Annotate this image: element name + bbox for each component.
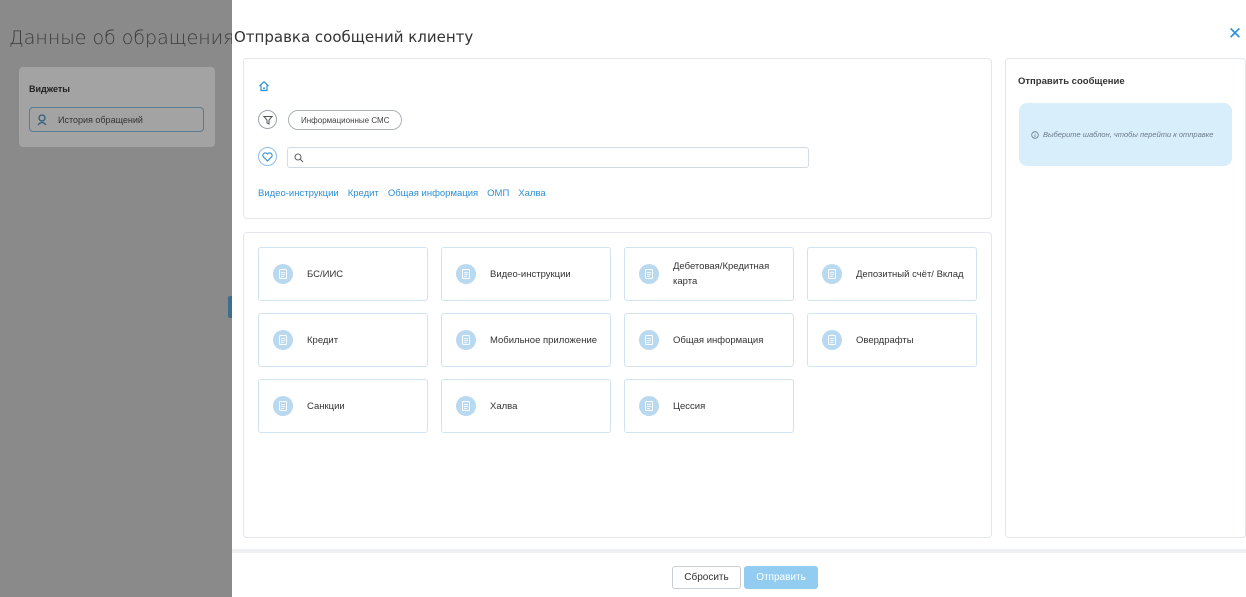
modal-title: Отправка сообщений клиенту <box>234 28 474 46</box>
document-icon <box>273 330 293 350</box>
search-input[interactable] <box>309 152 808 163</box>
template-card[interactable]: Мобильное приложение <box>441 313 611 367</box>
document-icon <box>273 396 293 416</box>
quick-link-credit[interactable]: Кредит <box>348 188 379 199</box>
heart-icon <box>262 151 273 162</box>
template-card[interactable]: БС/ИИС <box>258 247 428 301</box>
filter-icon <box>262 115 273 125</box>
template-card[interactable]: Депозитный счёт/ Вклад <box>807 247 977 301</box>
quick-link-omp[interactable]: ОМП <box>487 188 509 199</box>
document-icon <box>639 396 659 416</box>
document-icon <box>456 264 476 284</box>
template-card[interactable]: Цессия <box>624 379 794 433</box>
user-search-icon <box>37 113 47 125</box>
favorites-button[interactable] <box>258 147 277 166</box>
page-title: Данные об обращениях <box>9 27 246 49</box>
send-message-panel: Отправить сообщение Выберите шаблон, что… <box>1005 58 1246 538</box>
search-icon <box>294 152 304 162</box>
footer-divider <box>232 549 1246 553</box>
templates-panel: БС/ИИС Видео-инструкции Дебетовая/Кредит… <box>243 232 992 538</box>
send-panel-title: Отправить сообщение <box>1018 76 1125 87</box>
send-messages-modal: Отправка сообщений клиенту ✕ Информацион… <box>232 0 1246 597</box>
widgets-panel: Виджеты История обращений <box>19 67 215 147</box>
template-card-label: БС/ИИС <box>307 268 344 280</box>
template-card-label: Видео-инструкции <box>490 268 571 280</box>
template-card[interactable]: Санкции <box>258 379 428 433</box>
document-icon <box>456 330 476 350</box>
select-template-hint: Выберите шаблон, чтобы перейти к отправк… <box>1019 103 1232 166</box>
template-card[interactable]: Овердрафты <box>807 313 977 367</box>
document-icon <box>639 264 659 284</box>
template-card-label: Халва <box>490 400 518 412</box>
template-card-label: Овердрафты <box>856 334 914 346</box>
filter-panel: Информационные СМС Видео-инструкции Кред… <box>243 58 992 219</box>
quick-links: Видео-инструкции Кредит Общая информация… <box>258 188 546 199</box>
document-icon <box>822 330 842 350</box>
send-button[interactable]: Отправить <box>744 566 818 589</box>
quick-link-halva[interactable]: Халва <box>518 188 545 199</box>
template-card[interactable]: Общая информация <box>624 313 794 367</box>
home-icon[interactable] <box>258 80 270 92</box>
document-icon <box>822 264 842 284</box>
reset-button[interactable]: Сбросить <box>672 566 741 589</box>
widgets-label: Виджеты <box>29 84 70 94</box>
template-card[interactable]: Халва <box>441 379 611 433</box>
info-icon <box>1031 130 1039 139</box>
template-card-label: Дебетовая/Кредитная карта <box>673 261 770 287</box>
quick-link-general-info[interactable]: Общая информация <box>388 188 478 199</box>
hint-text: Выберите шаблон, чтобы перейти к отправк… <box>1043 129 1214 139</box>
filter-button[interactable] <box>258 110 277 129</box>
template-card-label: Санкции <box>307 400 345 412</box>
document-icon <box>273 264 293 284</box>
template-card[interactable]: Дебетовая/Кредитная карта <box>624 247 794 301</box>
history-button-label: История обращений <box>58 114 143 125</box>
template-card-label: Мобильное приложение <box>490 334 598 346</box>
template-card-label: Депозитный счёт/ Вклад <box>856 268 964 280</box>
template-card-label: Кредит <box>307 334 339 346</box>
category-chip[interactable]: Информационные СМС <box>288 110 403 130</box>
background-page: Данные об обращениях Виджеты История обр… <box>0 0 246 597</box>
history-button[interactable]: История обращений <box>29 107 204 132</box>
document-icon <box>639 330 659 350</box>
template-card-label: Цессия <box>673 400 706 412</box>
document-icon <box>456 396 476 416</box>
search-field[interactable] <box>287 147 809 168</box>
quick-link-video[interactable]: Видео-инструкции <box>258 188 339 199</box>
template-card[interactable]: Кредит <box>258 313 428 367</box>
template-card[interactable]: Видео-инструкции <box>441 247 611 301</box>
close-icon[interactable]: ✕ <box>1226 25 1244 43</box>
template-card-label: Общая информация <box>673 334 764 346</box>
